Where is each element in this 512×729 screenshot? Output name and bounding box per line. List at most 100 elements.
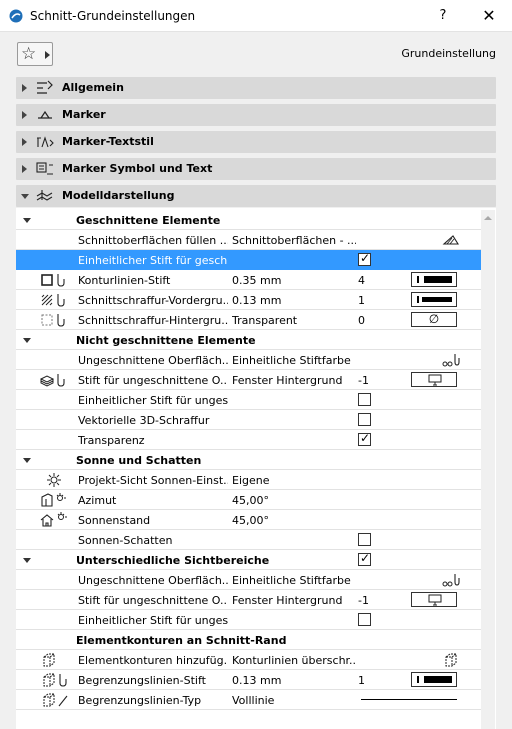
scrollbar[interactable] [481,210,495,729]
section-modelldarstellung[interactable]: Modelldarstellung [16,185,496,207]
chevron-right-icon [22,138,27,146]
setting-name: Begrenzungslinien-Stift [78,674,206,687]
setting-value[interactable]: Eigene [232,474,356,487]
setting-name: Ungeschnittene Oberfläch... [78,574,228,587]
pen-selector[interactable] [411,672,457,687]
setting-row-selected[interactable]: Einheitlicher Stift für gesch... ✓ [16,250,481,270]
empty-set-icon: ∅ [428,312,440,326]
azimuth-icon [41,493,66,507]
section-label: Allgemein [62,81,124,94]
sun-icon [47,473,61,487]
scroll-up-icon [484,216,492,220]
text-style-icon [37,136,54,148]
setting-name: Projekt-Sicht Sonnen-Einst... [78,474,228,487]
checkbox[interactable] [358,413,371,426]
pen-selector[interactable] [411,272,457,287]
setting-value[interactable]: Einheitliche Stiftfarbe [232,354,356,367]
setting-row[interactable]: Schnittoberflächen füllen ... Schnittobe… [16,230,481,250]
setting-value[interactable]: 45,00° [232,514,356,527]
setting-row[interactable]: Stift für ungeschnittene O... Fenster Hi… [16,590,481,610]
setting-name: Elementkonturen hinzufüg... [78,654,228,667]
setting-row[interactable]: Transparenz ✓ [16,430,481,450]
close-button[interactable]: ✕ [482,6,496,25]
setting-value[interactable]: Schnittoberflächen - ... [232,234,356,247]
setting-name: Konturlinien-Stift [78,274,171,287]
group-sonne[interactable]: Sonne und Schatten [16,450,481,470]
setting-name: Schnittschraffur-Hintergru... [78,314,228,327]
pen-selector[interactable]: ∅ [411,312,457,327]
pen-number: 0 [358,314,365,327]
pen-number: -1 [358,594,369,607]
chevron-right-icon [22,84,27,92]
setting-row[interactable]: Elementkonturen hinzufüg... Konturlinien… [16,650,481,670]
section-allgemein[interactable]: Allgemein [16,77,496,99]
setting-row[interactable]: Projekt-Sicht Sonnen-Einst... Eigene [16,470,481,490]
fill-surface-icon[interactable] [441,232,461,248]
group-sichtbereiche[interactable]: Unterschiedliche Sichtbereiche ✓ [16,550,481,570]
setting-row[interactable]: Konturlinien-Stift 0.35 mm 4 [16,270,481,290]
group-label: Unterschiedliche Sichtbereiche [76,554,270,567]
setting-value[interactable]: Einheitliche Stiftfarbe [232,574,356,587]
checkbox[interactable] [358,533,371,546]
section-marker-symbol[interactable]: Marker Symbol und Text [16,158,496,180]
setting-row[interactable]: Stift für ungeschnittene O... Fenster Hi… [16,370,481,390]
favorites-button[interactable]: ☆ [17,42,53,66]
setting-value[interactable]: 45,00° [232,494,356,507]
setting-row[interactable]: Ungeschnittene Oberfläch... Einheitliche… [16,350,481,370]
setting-name: Sonnenstand [78,514,151,527]
chevron-right-icon [22,165,27,173]
chevron-down-icon [23,458,31,463]
checkbox-checked[interactable]: ✓ [358,251,371,266]
line-type-selector[interactable] [361,699,457,700]
general-settings-icon [37,80,53,94]
setting-row[interactable]: Vektorielle 3D-Schraffur [16,410,481,430]
setting-row[interactable]: Schnittschraffur-Vordergru... 0.13 mm 1 [16,290,481,310]
chevron-down-icon [23,558,31,563]
setting-row[interactable]: Ungeschnittene Oberfläch... Einheitliche… [16,570,481,590]
setting-row[interactable]: Sonnen-Schatten [16,530,481,550]
setting-row[interactable]: Begrenzungslinien-Stift 0.13 mm 1 [16,670,481,690]
uncut-surface-pen-icon [40,374,65,387]
pen-number: 4 [358,274,365,287]
section-label: Marker-Textstil [62,135,154,148]
setting-row[interactable]: Schnittschraffur-Hintergru... Transparen… [16,310,481,330]
check-icon: ✓ [360,251,371,265]
help-button[interactable]: ? [436,8,450,23]
model-display-icon [36,190,53,201]
app-icon [9,9,23,23]
triangle-right-icon [45,51,50,59]
setting-name: Azimut [78,494,117,507]
setting-row[interactable]: Sonnenstand 45,00° [16,510,481,530]
checkbox-checked[interactable]: ✓ [358,431,371,446]
sun-altitude-icon [40,512,67,527]
group-nicht-geschnittene[interactable]: Nicht geschnittene Elemente [16,330,481,350]
contour-overwrite-icon[interactable] [441,652,461,668]
setting-row[interactable]: Begrenzungslinien-Typ Volllinie [16,690,481,710]
checkbox[interactable] [358,613,371,626]
section-label: Modelldarstellung [62,189,175,202]
setting-value[interactable]: Konturlinien überschr... [232,654,356,667]
setting-row[interactable]: Einheitlicher Stift für unges... [16,390,481,410]
setting-name: Einheitlicher Stift für unges... [78,394,228,407]
pen-selector[interactable] [411,292,457,307]
pen-color-icon[interactable] [441,572,461,588]
pen-color-icon[interactable] [441,352,461,368]
title-bar: Schnitt-Grundeinstellungen ? ✕ [0,0,512,32]
section-marker[interactable]: Marker [16,104,496,126]
checkbox[interactable] [358,393,371,406]
marker-icon [38,110,52,119]
setting-value: Volllinie [232,694,275,707]
group-konturen[interactable]: Elementkonturen an Schnitt-Rand [16,630,481,650]
setting-row[interactable]: Azimut 45,00° [16,490,481,510]
checkbox-checked[interactable]: ✓ [358,551,371,566]
section-marker-textstil[interactable]: Marker-Textstil [16,131,496,153]
setting-value: Fenster Hintergrund [232,594,343,607]
boundary-pen-icon [43,673,67,687]
group-geschnittene[interactable]: Geschnittene Elemente [16,210,481,230]
setting-name: Schnittoberflächen füllen ... [78,234,228,247]
pen-selector[interactable] [411,592,457,607]
check-icon: ✓ [360,431,371,445]
setting-row[interactable]: Einheitlicher Stift für unges... [16,610,481,630]
pen-selector[interactable] [411,372,457,387]
setting-name: Stift für ungeschnittene O... [78,594,228,607]
